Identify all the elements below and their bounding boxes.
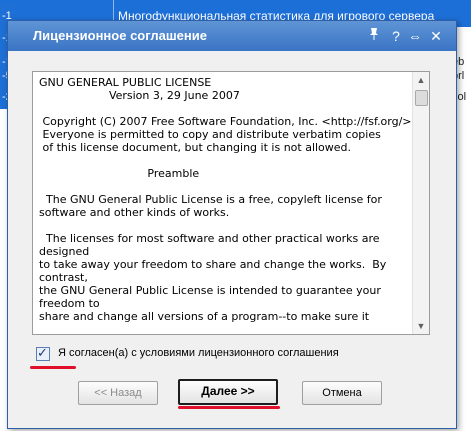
- help-icon[interactable]: ?: [388, 27, 404, 45]
- next-button[interactable]: Далее >>: [178, 379, 278, 405]
- back-button[interactable]: << Назад: [78, 381, 158, 405]
- red-underline-annotation: [178, 406, 280, 409]
- agree-checkbox[interactable]: ✓: [36, 345, 50, 361]
- cancel-button[interactable]: Отмена: [302, 381, 382, 405]
- license-text-panel[interactable]: GNU GENERAL PUBLIC LICENSE Version 3, 29…: [32, 71, 430, 335]
- license-text: GNU GENERAL PUBLIC LICENSE Version 3, 29…: [39, 76, 412, 323]
- scroll-thumb[interactable]: [415, 90, 428, 106]
- resize-icon[interactable]: ⇔: [407, 27, 423, 45]
- agree-label[interactable]: Я согласен(а) с условиями лицензионного …: [58, 347, 339, 359]
- dialog-titlebar[interactable]: Лицензионное соглашение ? ⇔ ✕: [8, 21, 456, 51]
- vertical-scrollbar[interactable]: ▲ ▼: [412, 72, 429, 334]
- scroll-up-arrow-icon[interactable]: ▲: [413, 72, 429, 88]
- red-underline-annotation: [30, 366, 76, 369]
- checkmark-icon: ✓: [37, 345, 48, 360]
- dialog-title: Лицензионное соглашение: [33, 28, 207, 43]
- pin-icon[interactable]: [366, 27, 382, 45]
- close-icon[interactable]: ✕: [428, 27, 444, 45]
- scroll-down-arrow-icon[interactable]: ▼: [413, 318, 429, 334]
- license-dialog: Лицензионное соглашение ? ⇔ ✕ GNU GENERA…: [7, 20, 457, 429]
- pin-icon-glyph: [370, 28, 378, 40]
